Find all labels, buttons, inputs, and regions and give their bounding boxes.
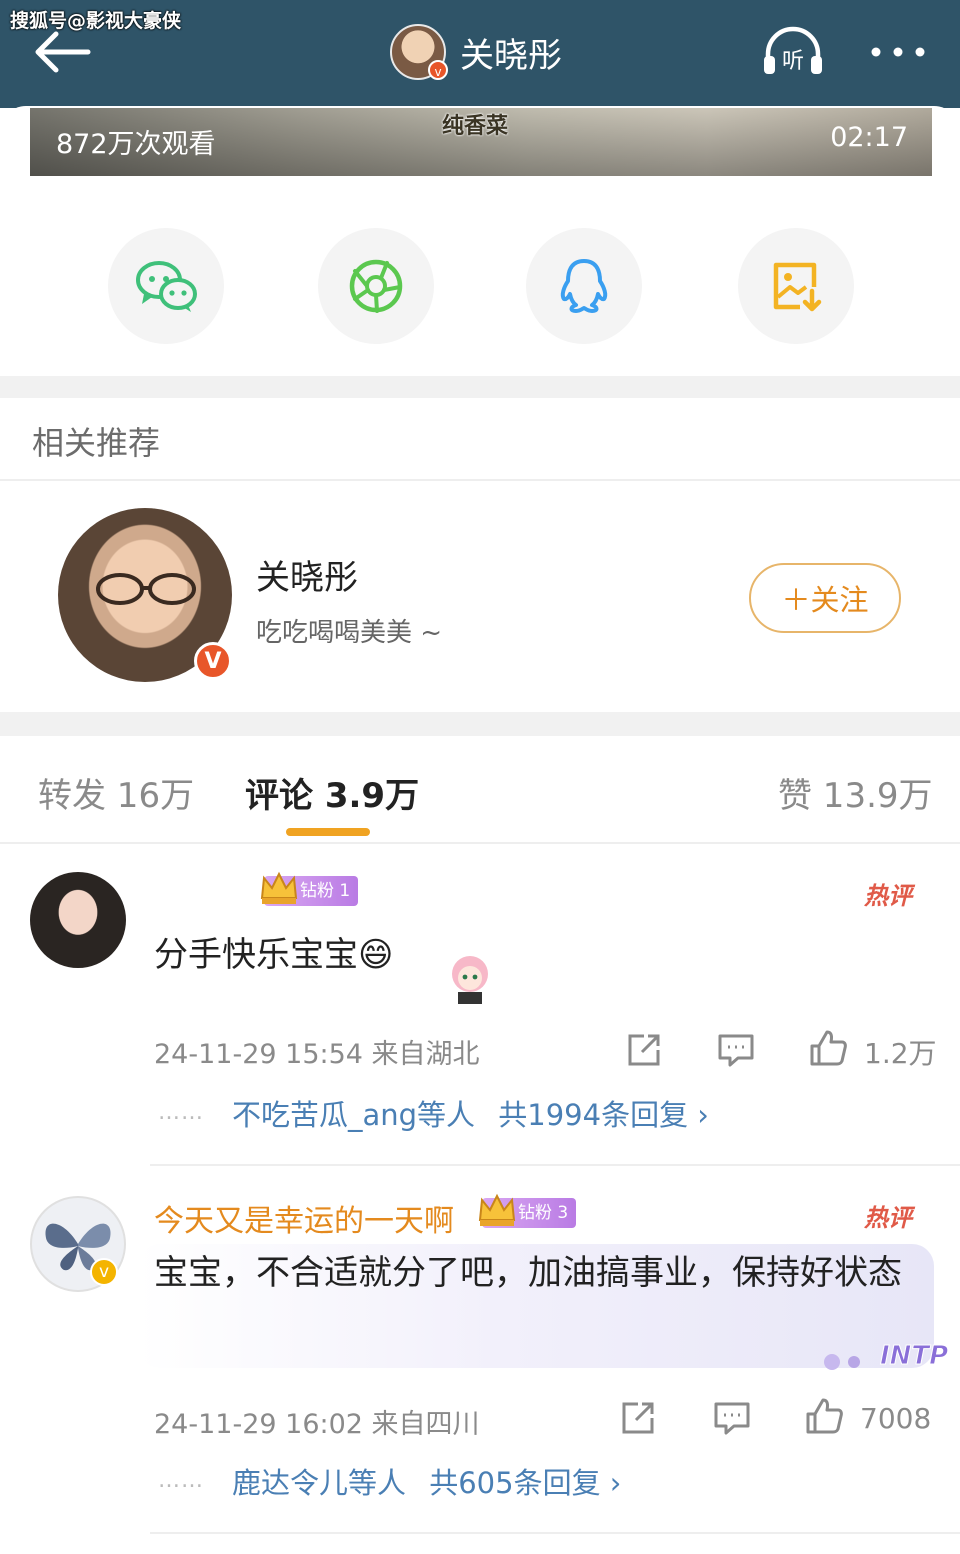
share-moments-button[interactable] — [318, 228, 434, 344]
share-comment-icon[interactable] — [624, 1030, 664, 1070]
more-button[interactable] — [868, 40, 928, 64]
follow-button[interactable]: ＋关注 — [749, 563, 901, 633]
reply-dots: …… — [158, 1100, 204, 1125]
like-count: 1.2万 — [864, 1037, 937, 1070]
divider-line — [0, 842, 960, 844]
hot-comment-tag: 热评 — [864, 1204, 912, 1232]
reply-users: 鹿达令儿等人 — [232, 1466, 407, 1500]
active-tab-indicator — [286, 828, 370, 836]
comment-avatar[interactable] — [30, 872, 126, 968]
reply-dots: …… — [158, 1468, 204, 1493]
section-divider — [0, 712, 960, 736]
comment-avatar[interactable]: v — [30, 1196, 126, 1292]
tab-comments[interactable]: 评论 3.9万 — [245, 768, 419, 817]
verified-badge: V — [194, 642, 232, 680]
video-duration: 02:17 — [830, 122, 908, 153]
share-comment-icon[interactable] — [618, 1398, 658, 1438]
back-button[interactable] — [30, 28, 92, 76]
page-title: 关晓彤 — [460, 35, 562, 76]
tab-repost[interactable]: 转发 16万 — [38, 768, 194, 817]
fan-badge[interactable]: 钻粉 3 — [478, 1193, 577, 1228]
recommend-avatar[interactable]: V — [58, 508, 232, 682]
recommend-name[interactable]: 关晓彤 — [256, 550, 358, 599]
verified-badge: v — [428, 60, 448, 80]
reply-summary[interactable]: 不吃苦瓜_ang等人 共1994条回复 › — [232, 1092, 709, 1134]
comment-timestamp: 24-11-29 16:02 来自四川 — [154, 1409, 480, 1440]
glasses-graphic — [96, 573, 196, 605]
recommend-description: 吃吃喝喝美美 ~ — [256, 618, 443, 648]
comment-timestamp: 24-11-29 15:54 来自湖北 — [154, 1039, 480, 1070]
comment-username[interactable]: 今天又是幸运的一天啊 — [154, 1196, 454, 1240]
listen-button[interactable]: 听 — [760, 26, 826, 78]
divider-line — [0, 479, 960, 481]
tab-likes[interactable]: 赞 13.9万 — [778, 768, 933, 817]
moments-icon — [349, 259, 403, 313]
header-title-group[interactable]: v 关晓彤 — [390, 22, 562, 82]
comment-text: 宝宝，不合适就分了吧，加油搞事业，保持好状态 — [154, 1253, 902, 1293]
intp-decoration-icon: INTP — [824, 1341, 949, 1372]
video-caption: 纯香菜 — [442, 114, 509, 139]
arrow-left-icon — [35, 31, 91, 73]
save-image-icon — [773, 262, 822, 312]
save-image-button[interactable] — [738, 228, 854, 344]
like-icon[interactable] — [804, 1396, 844, 1436]
qq-icon — [560, 259, 608, 313]
video-views: 872万次观看 — [56, 129, 216, 160]
section-divider — [0, 376, 960, 398]
headphones-icon: 听 — [764, 26, 822, 74]
comment-separator — [150, 1164, 960, 1166]
share-qq-button[interactable] — [526, 228, 642, 344]
like-count: 7008 — [860, 1402, 932, 1435]
top-bar: 搜狐号@影视大豪侠 v 关晓彤 听 — [0, 0, 960, 108]
anime-sticker-icon — [452, 956, 488, 1004]
section-title-related: 相关推荐 — [32, 424, 161, 462]
verified-badge: v — [90, 1258, 118, 1286]
reply-summary[interactable]: 鹿达令儿等人 共605条回复 › — [232, 1460, 621, 1502]
comment-text: 分手快乐宝宝😄 — [154, 935, 394, 975]
crown-icon — [260, 871, 298, 904]
reply-total: 共1994条回复 › — [498, 1098, 709, 1132]
fan-badge-label: 钻粉 3 — [518, 1203, 569, 1223]
hot-comment-tag: 热评 — [864, 882, 912, 910]
fan-badge[interactable]: 钻粉 1 — [260, 871, 359, 906]
fan-badge-label: 钻粉 1 — [300, 881, 351, 901]
comment-separator — [150, 1532, 960, 1534]
reply-icon[interactable] — [712, 1398, 752, 1438]
intp-label: INTP — [880, 1341, 948, 1371]
reply-icon[interactable] — [716, 1030, 756, 1070]
header-avatar[interactable]: v — [390, 24, 448, 80]
intp-sticker: INTP — [818, 1322, 949, 1378]
video-thumbnail[interactable]: 纯香菜 872万次观看 02:17 — [30, 108, 932, 176]
crown-icon — [478, 1193, 516, 1226]
like-icon[interactable] — [808, 1028, 848, 1068]
more-dots-icon — [871, 47, 925, 57]
listen-label: 听 — [782, 49, 804, 74]
reply-users: 不吃苦瓜_ang等人 — [232, 1098, 476, 1132]
share-wechat-button[interactable] — [108, 228, 224, 344]
wechat-icon — [136, 261, 197, 312]
reply-total: 共605条回复 › — [429, 1466, 622, 1500]
